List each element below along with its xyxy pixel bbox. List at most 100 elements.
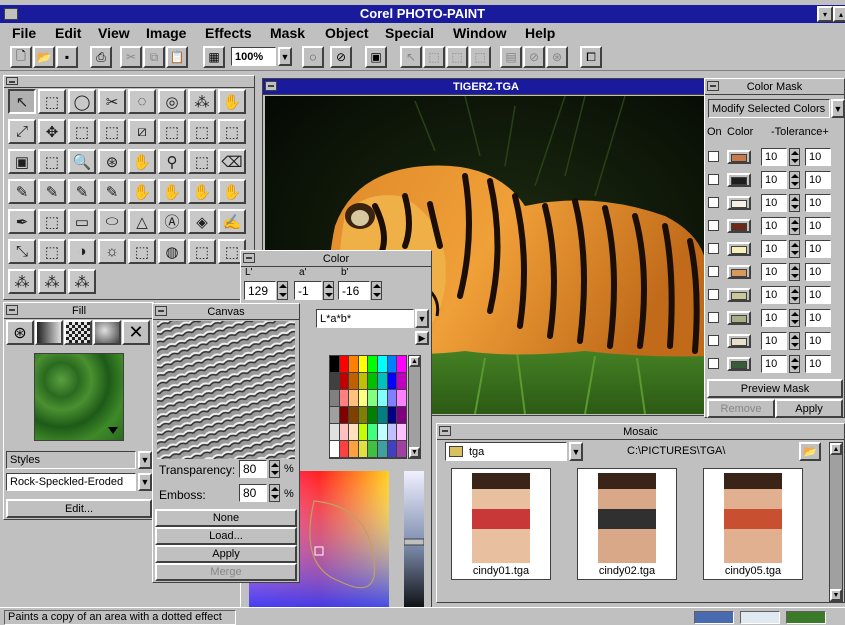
airbrush-tool-icon[interactable]: ✒ [8, 209, 36, 234]
mask-row-color-button[interactable] [727, 196, 751, 210]
palette-swatch[interactable] [397, 373, 406, 389]
clone-tool-icon[interactable]: ⬚ [38, 239, 66, 264]
palette-swatch[interactable] [339, 441, 349, 457]
mask-row-tolerance-spinner[interactable] [789, 240, 800, 258]
object-3-tool-icon[interactable]: ⬚ [188, 119, 216, 144]
mask-row-checkbox[interactable] [708, 266, 719, 277]
spray-tool-icon[interactable]: ⬚ [38, 209, 66, 234]
scissors-mask-tool-icon[interactable]: ✂ [98, 89, 126, 114]
palette-swatch[interactable] [349, 356, 358, 372]
a-spinner[interactable] [323, 281, 334, 300]
mask-row-tolerance-field[interactable]: 10 [761, 171, 787, 189]
palette-swatch[interactable] [397, 390, 406, 406]
blur-tool-icon[interactable]: ◍ [158, 239, 186, 264]
mask-row-color-button[interactable] [727, 150, 751, 164]
palette-swatch[interactable] [387, 390, 397, 406]
mosaic-folder-select[interactable]: tga [445, 442, 567, 461]
mask-row-checkbox[interactable] [708, 197, 719, 208]
palette-swatch[interactable] [397, 441, 406, 457]
save-icon[interactable]: ▪ [56, 46, 78, 68]
move-tool-icon[interactable]: ✥ [38, 119, 66, 144]
color-panel-expand-icon[interactable]: ▶ [415, 331, 429, 345]
palette-swatch[interactable] [387, 356, 397, 372]
brightness-tool-icon[interactable]: ☼ [98, 239, 126, 264]
lasso-mask-tool-icon[interactable]: ◌ [128, 89, 156, 114]
palette-swatch[interactable] [378, 390, 387, 406]
sharpen-tool-icon[interactable]: ⬚ [128, 239, 156, 264]
mask-row-color-button[interactable] [727, 288, 751, 302]
hand-mask-tool-icon[interactable]: ✋ [218, 89, 246, 114]
mask-row-tolerance-field[interactable]: 10 [761, 240, 787, 258]
palette-swatch[interactable] [378, 373, 387, 389]
fill-style-value[interactable]: Rock-Speckled-Eroded [6, 473, 136, 491]
mask-row-tolerance-spinner[interactable] [789, 332, 800, 350]
mask-row-tolerance-plus-field[interactable]: 10 [805, 309, 831, 327]
mask-row-checkbox[interactable] [708, 289, 719, 300]
transparency-spinner[interactable] [269, 460, 280, 478]
mask-row-tolerance-plus-field[interactable]: 10 [805, 355, 831, 373]
mask-row-tolerance-field[interactable]: 10 [761, 263, 787, 281]
print-icon[interactable]: ⎙ [90, 46, 112, 68]
palette-swatch[interactable] [387, 441, 397, 457]
mask-row-tolerance-spinner[interactable] [789, 194, 800, 212]
mask-2-icon[interactable]: ⊛ [546, 46, 568, 68]
mask-row-tolerance-spinner[interactable] [789, 148, 800, 166]
mask-row-tolerance-field[interactable]: 10 [761, 148, 787, 166]
palette-swatch[interactable] [368, 441, 377, 457]
color-mask-apply-button[interactable]: Apply [775, 399, 843, 418]
menu-help[interactable]: Help [525, 25, 555, 41]
fill-styles-dropdown-icon[interactable]: ▼ [138, 451, 152, 469]
transform-tool-icon[interactable]: ⤢ [8, 119, 36, 144]
palette-swatch[interactable] [387, 424, 397, 440]
mask-row-checkbox[interactable] [708, 220, 719, 231]
mask-row-checkbox[interactable] [708, 358, 719, 369]
palette-swatch[interactable] [358, 407, 368, 423]
menu-window[interactable]: Window [453, 25, 507, 41]
palette-swatch[interactable] [349, 424, 358, 440]
canvas-title-bar[interactable]: Canvas [153, 304, 299, 320]
new-file-icon[interactable]: 🗋 [10, 46, 32, 68]
fill-none-icon[interactable]: ✕ [122, 320, 150, 345]
rectangle-tool-icon[interactable]: ▭ [68, 209, 96, 234]
crop-tool-icon[interactable]: ⬚ [68, 119, 96, 144]
pointer-tool-icon[interactable]: ↖ [8, 89, 36, 114]
minimize-button[interactable]: ▾ [817, 6, 833, 22]
mosaic-open-folder-icon[interactable]: 📂 [799, 442, 821, 461]
marker-tool-icon[interactable]: ✎ [98, 179, 126, 204]
palette-swatch[interactable] [387, 407, 397, 423]
cut-icon[interactable]: ✂ [120, 46, 142, 68]
mask-row-tolerance-spinner[interactable] [789, 355, 800, 373]
mosaic-thumbnail[interactable]: cindy05.tga [703, 468, 803, 580]
object-tool-3-icon[interactable]: ⬚ [469, 46, 491, 68]
a-value-field[interactable]: -1 [294, 281, 322, 300]
quill-tool-icon[interactable]: ✎ [68, 179, 96, 204]
mask-row-tolerance-spinner[interactable] [789, 171, 800, 189]
polygon-tool-icon[interactable]: △ [128, 209, 156, 234]
impressionist-tool-icon[interactable]: ⁂ [8, 269, 36, 294]
canvas-apply-button[interactable]: Apply [155, 545, 297, 563]
palette-swatch[interactable] [368, 407, 377, 423]
object-2-tool-icon[interactable]: ⬚ [158, 119, 186, 144]
open-file-icon[interactable]: 📂 [33, 46, 55, 68]
mosaic-thumbnail[interactable]: cindy01.tga [451, 468, 551, 580]
mask-transform-tool-icon[interactable]: ⬚ [98, 119, 126, 144]
menu-effects[interactable]: Effects [205, 25, 252, 41]
fill-uniform-icon[interactable]: ⊛ [6, 320, 34, 345]
palette-swatch[interactable] [397, 407, 406, 423]
palette-swatch[interactable] [368, 373, 377, 389]
magic-wand-tool-icon[interactable]: ◎ [158, 89, 186, 114]
arrow-select-icon[interactable]: ↖ [400, 46, 422, 68]
mask-row-tolerance-plus-field[interactable]: 10 [805, 148, 831, 166]
object-4-tool-icon[interactable]: ⬚ [218, 119, 246, 144]
mask-row-tolerance-field[interactable]: 10 [761, 217, 787, 235]
color-mask-system-icon[interactable] [707, 81, 719, 91]
canvas-texture-preview[interactable] [157, 321, 295, 459]
mask-row-tolerance-plus-field[interactable]: 10 [805, 171, 831, 189]
menu-edit[interactable]: Edit [55, 25, 81, 41]
mosaic-scroll-up-icon[interactable]: ▲ [830, 443, 842, 455]
mask-row-checkbox[interactable] [708, 151, 719, 162]
group-icon[interactable]: ⧠ [580, 46, 602, 68]
palette-swatch[interactable] [339, 407, 349, 423]
text-tool-icon[interactable]: Ⓐ [158, 209, 186, 234]
smear-tool-icon[interactable]: ✋ [158, 179, 186, 204]
